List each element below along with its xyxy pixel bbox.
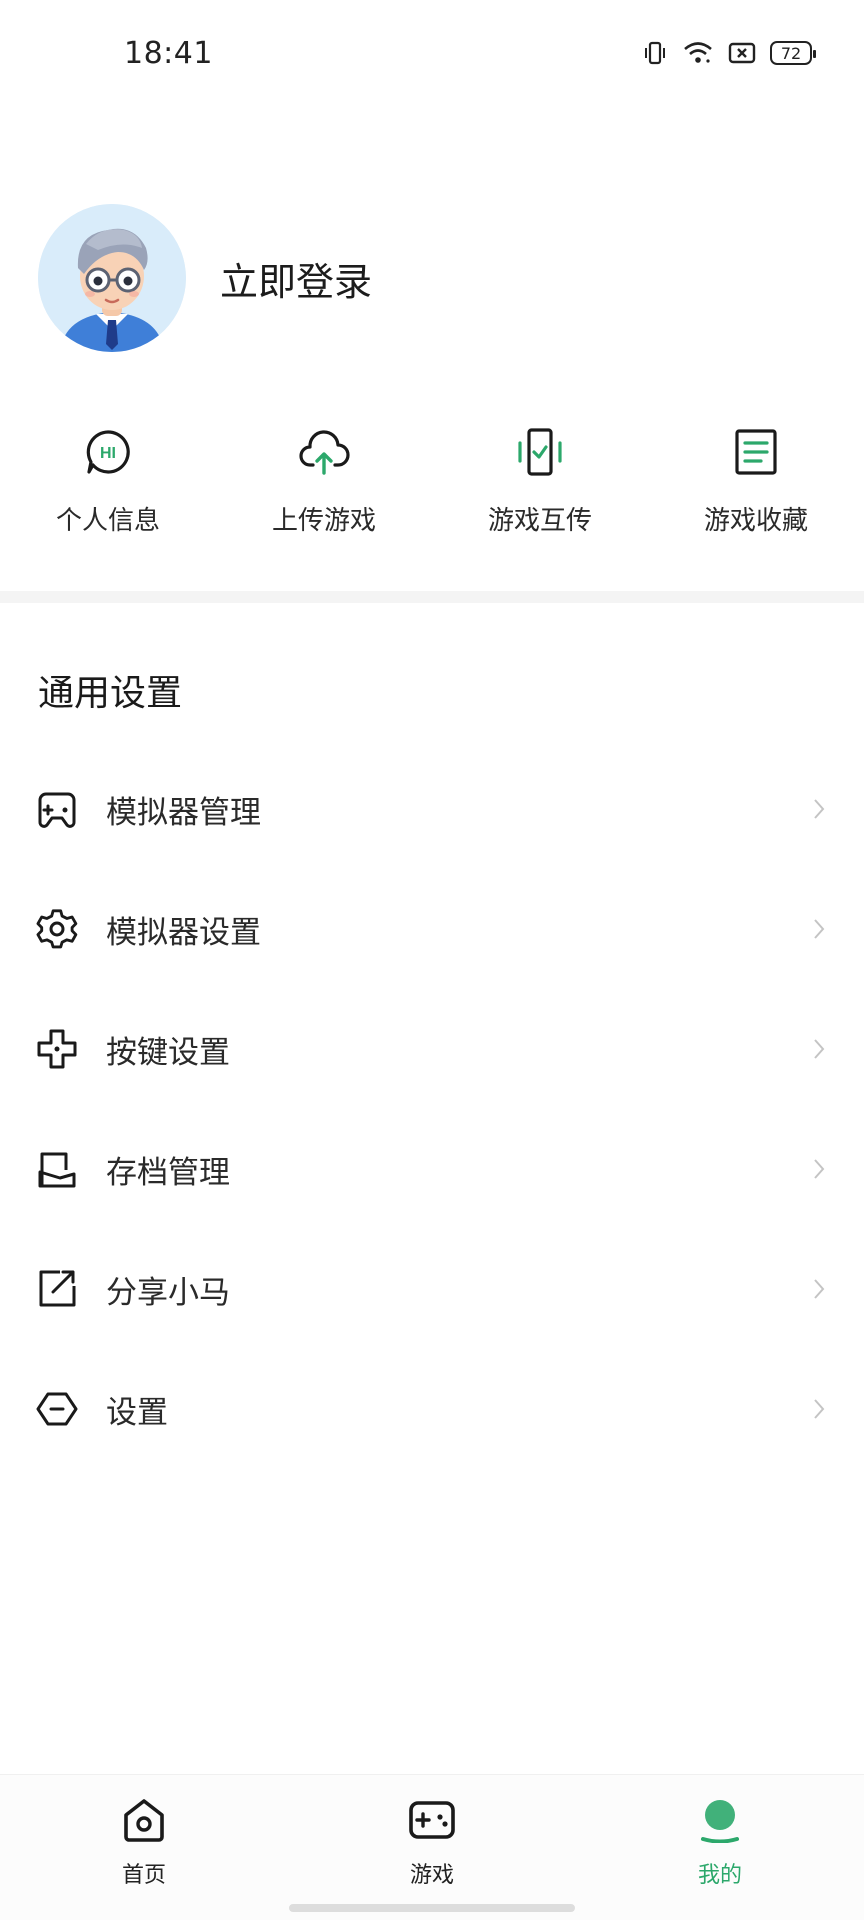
settings-list: 模拟器管理 模拟器设置 按键设置 存档管理 分享小马 设置	[0, 749, 864, 1469]
chevron-right-icon	[814, 1279, 825, 1299]
nav-item-games[interactable]: 游戏	[288, 1775, 576, 1920]
gamepad-icon	[36, 788, 78, 830]
menu-item-key-settings[interactable]: 按键设置	[0, 989, 864, 1109]
menu-item-label: 分享小马	[106, 1274, 230, 1311]
quick-action-personal-info[interactable]: HI 个人信息	[0, 424, 216, 537]
chevron-right-icon	[814, 1159, 825, 1179]
nav-label: 首页	[121, 1863, 166, 1888]
quick-action-label: 游戏收藏	[703, 506, 808, 536]
chevron-right-icon	[814, 799, 825, 819]
profile-header[interactable]: 立即登录	[38, 204, 372, 352]
hexagon-minus-icon	[36, 1388, 78, 1430]
login-link[interactable]: 立即登录	[220, 251, 372, 306]
gamepad-nav-icon	[407, 1795, 457, 1845]
section-divider	[0, 591, 864, 603]
status-time: 18:41	[124, 36, 213, 71]
cloud-upload-icon	[296, 424, 352, 480]
no-sim-icon	[728, 41, 756, 65]
battery-icon: 72	[770, 41, 816, 65]
chevron-right-icon	[814, 1399, 825, 1419]
nav-item-home[interactable]: 首页	[0, 1775, 288, 1920]
document-list-icon	[728, 424, 784, 480]
section-title-general-settings: 通用设置	[38, 673, 183, 714]
wifi-icon	[682, 40, 714, 66]
nav-label: 游戏	[409, 1863, 454, 1888]
share-external-icon	[36, 1268, 78, 1310]
menu-item-label: 按键设置	[106, 1034, 230, 1071]
hi-bubble-icon: HI	[80, 424, 136, 480]
home-icon	[119, 1795, 169, 1845]
quick-action-upload-game[interactable]: 上传游戏	[216, 424, 432, 537]
save-tray-icon	[36, 1148, 78, 1190]
vibrate-icon	[642, 40, 668, 66]
bottom-nav: 首页 游戏 我的	[0, 1774, 864, 1920]
status-bar: 18:41 72	[0, 0, 864, 110]
gear-icon	[36, 908, 78, 950]
chevron-right-icon	[814, 1039, 825, 1059]
menu-item-label: 存档管理	[106, 1154, 230, 1191]
menu-item-label: 模拟器设置	[106, 914, 261, 951]
svg-text:HI: HI	[100, 445, 116, 462]
menu-item-label: 模拟器管理	[106, 794, 261, 831]
quick-action-game-favorites[interactable]: 游戏收藏	[648, 424, 864, 537]
phone-transfer-icon	[512, 424, 568, 480]
chevron-right-icon	[814, 919, 825, 939]
menu-item-label: 设置	[106, 1394, 168, 1431]
menu-item-emulator-settings[interactable]: 模拟器设置	[0, 869, 864, 989]
quick-action-game-transfer[interactable]: 游戏互传	[432, 424, 648, 537]
profile-icon	[695, 1795, 745, 1845]
menu-item-settings[interactable]: 设置	[0, 1349, 864, 1469]
status-icons: 72	[642, 40, 816, 66]
menu-item-share[interactable]: 分享小马	[0, 1229, 864, 1349]
nav-label: 我的	[697, 1863, 742, 1888]
quick-action-label: 游戏互传	[487, 506, 592, 536]
menu-item-emulator-management[interactable]: 模拟器管理	[0, 749, 864, 869]
quick-action-label: 上传游戏	[271, 506, 376, 536]
menu-item-save-management[interactable]: 存档管理	[0, 1109, 864, 1229]
avatar[interactable]	[38, 204, 186, 352]
quick-action-label: 个人信息	[55, 506, 160, 536]
dpad-icon	[36, 1028, 78, 1070]
quick-actions: HI 个人信息 上传游戏 游戏互传 游戏收藏	[0, 424, 864, 537]
home-indicator[interactable]	[289, 1904, 575, 1912]
nav-item-mine[interactable]: 我的	[576, 1775, 864, 1920]
